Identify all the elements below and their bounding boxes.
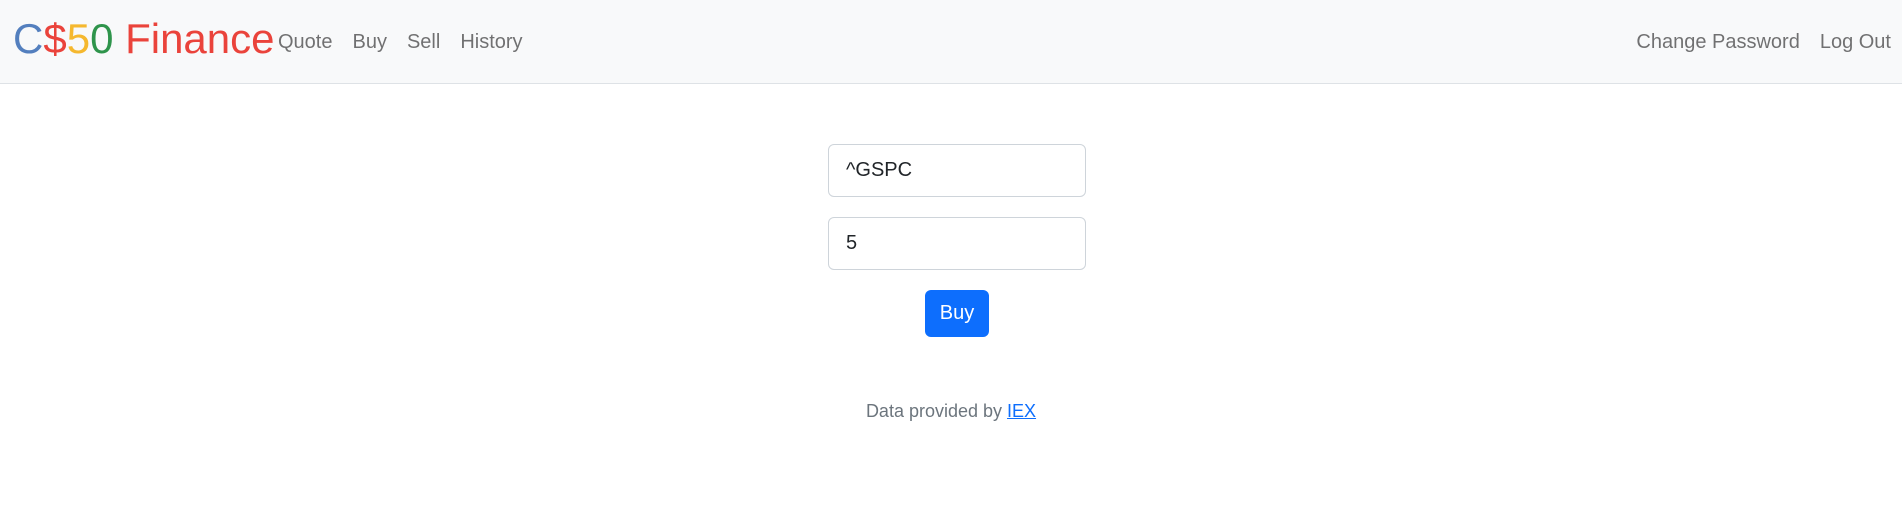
brand-part-5: 5 <box>66 15 91 62</box>
brand-logo-link[interactable]: C$50 Finance <box>13 14 275 64</box>
nav-main-links: Quote Buy Sell History <box>278 26 533 58</box>
nav-link-sell[interactable]: Sell <box>397 26 450 58</box>
nav-account-links: Change Password Log Out <box>1626 26 1891 58</box>
shares-input[interactable] <box>828 217 1086 270</box>
nav-link-quote[interactable]: Quote <box>278 26 342 58</box>
nav-link-buy[interactable]: Buy <box>342 26 396 58</box>
nav-link-history[interactable]: History <box>450 26 532 58</box>
nav-link-change-password[interactable]: Change Password <box>1626 26 1809 58</box>
iex-link[interactable]: IEX <box>1007 401 1036 421</box>
footer-text: Data provided by <box>865 401 1008 421</box>
navbar: C$50 Finance Quote Buy Sell History Chan… <box>0 0 1902 84</box>
brand-part-dollar: $ <box>43 15 67 62</box>
brand-part-0: 0 <box>90 15 114 62</box>
footer: Data provided by IEX <box>0 398 1902 424</box>
brand-part-finance: Finance <box>113 15 275 62</box>
buy-button[interactable]: Buy <box>925 290 989 337</box>
symbol-input[interactable] <box>828 144 1086 197</box>
nav-link-log-out[interactable]: Log Out <box>1810 26 1891 58</box>
brand-part-c: C <box>13 15 44 62</box>
